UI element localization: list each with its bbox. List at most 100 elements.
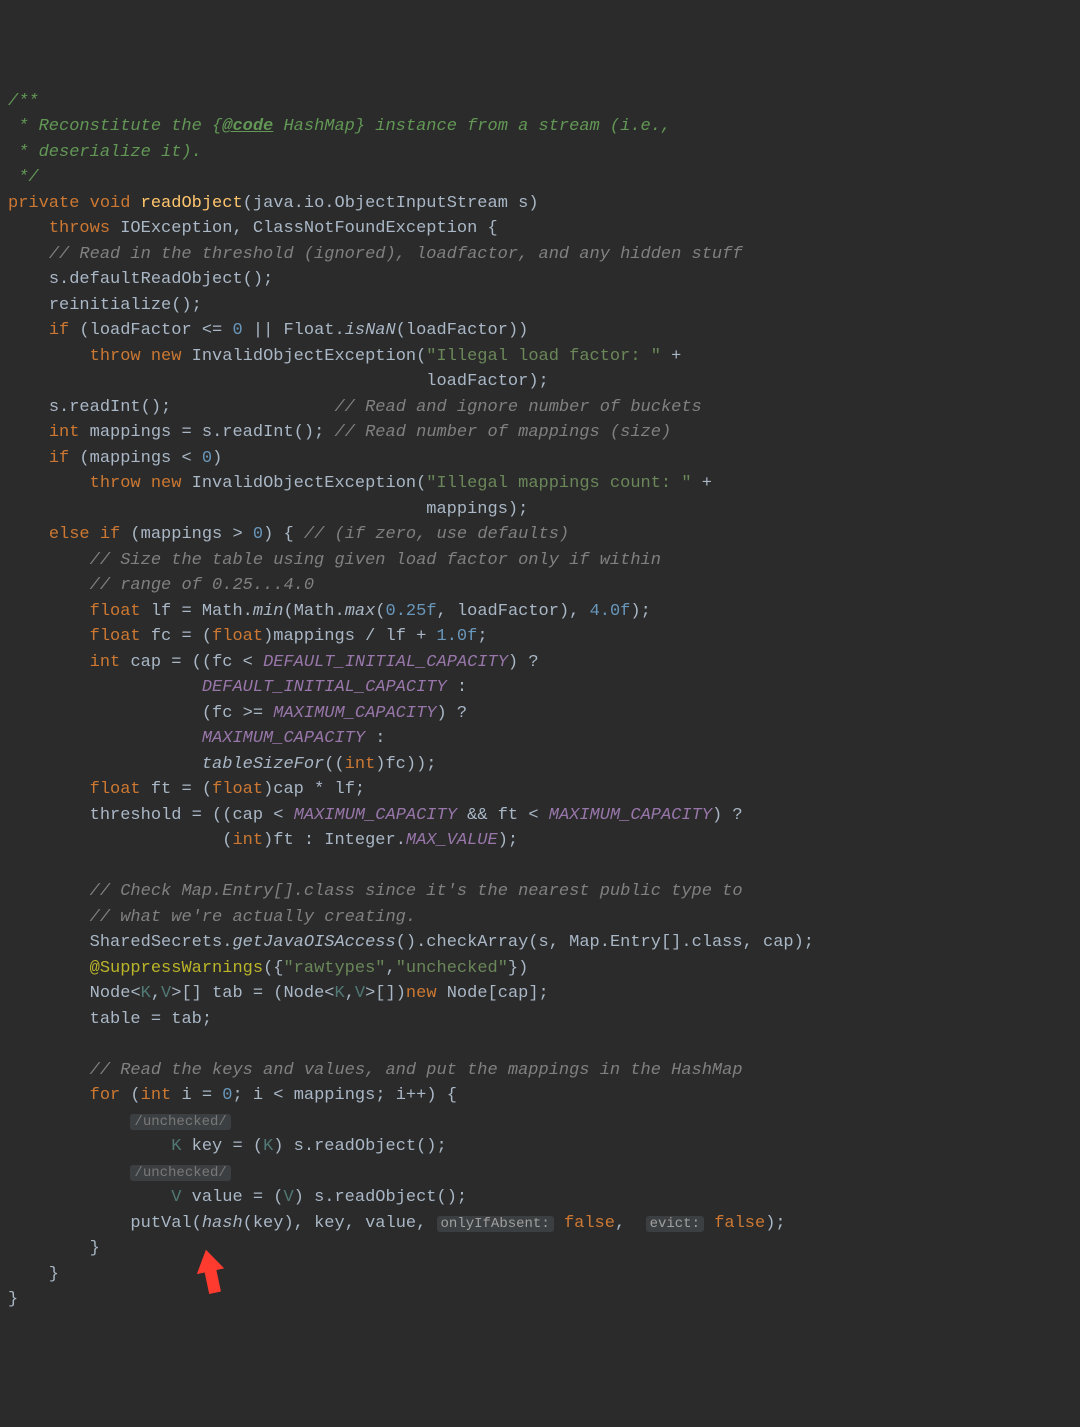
javadoc-line: */ bbox=[8, 168, 39, 187]
javadoc-line: * deserialize it). bbox=[8, 143, 202, 162]
keyword: new bbox=[151, 474, 182, 493]
number: 4.0f bbox=[590, 602, 631, 621]
var: mappings bbox=[273, 627, 355, 646]
number: 0 bbox=[253, 525, 263, 544]
keyword: int bbox=[49, 423, 80, 442]
javadoc-line: HashMap} instance from a stream (i.e., bbox=[273, 117, 671, 136]
keyword: false bbox=[564, 1214, 615, 1233]
string: "Illegal load factor: " bbox=[426, 347, 661, 366]
constant: MAXIMUM_CAPACITY bbox=[294, 806, 457, 825]
call: checkArray bbox=[426, 933, 528, 952]
type: ClassNotFoundException bbox=[253, 219, 477, 238]
number: 0.25f bbox=[386, 602, 437, 621]
var: lf bbox=[151, 602, 171, 621]
keyword: else bbox=[49, 525, 90, 544]
number: 1.0f bbox=[437, 627, 478, 646]
var: key bbox=[314, 1214, 345, 1233]
keyword: if bbox=[100, 525, 120, 544]
keyword: private bbox=[8, 194, 79, 213]
var: value bbox=[365, 1214, 416, 1233]
var: table bbox=[90, 1010, 141, 1029]
comment: // Read the keys and values, and put the… bbox=[90, 1061, 743, 1080]
var: s bbox=[294, 1137, 304, 1156]
var: threshold bbox=[90, 806, 182, 825]
keyword: int bbox=[90, 653, 121, 672]
javadoc-line: /** bbox=[8, 92, 39, 111]
call: readInt bbox=[222, 423, 293, 442]
string: "rawtypes" bbox=[283, 959, 385, 978]
var: s bbox=[202, 423, 212, 442]
comment: // Check Map.Entry[].class since it's th… bbox=[90, 882, 743, 901]
keyword: float bbox=[90, 602, 141, 621]
generic: V bbox=[283, 1188, 293, 1207]
keyword: int bbox=[141, 1086, 172, 1105]
keyword: false bbox=[714, 1214, 765, 1233]
string: "unchecked" bbox=[396, 959, 508, 978]
keyword: new bbox=[151, 347, 182, 366]
var: loadFactor bbox=[457, 602, 559, 621]
comment: // (if zero, use defaults) bbox=[304, 525, 569, 544]
keyword: float bbox=[90, 627, 141, 646]
type: Math bbox=[202, 602, 243, 621]
type: Node bbox=[90, 984, 131, 1003]
static-call: tableSizeFor bbox=[202, 755, 324, 774]
var: fc bbox=[212, 704, 232, 723]
constant: MAX_VALUE bbox=[406, 831, 498, 850]
static-call: max bbox=[345, 602, 376, 621]
generic: V bbox=[171, 1188, 181, 1207]
constant: DEFAULT_INITIAL_CAPACITY bbox=[202, 678, 447, 697]
var: mappings bbox=[141, 525, 223, 544]
generic: V bbox=[161, 984, 171, 1003]
var: i bbox=[181, 1086, 191, 1105]
var: mappings bbox=[90, 423, 172, 442]
comment: // what we're actually creating. bbox=[90, 908, 416, 927]
var: s bbox=[539, 933, 549, 952]
call: readInt bbox=[69, 398, 140, 417]
var: mappings bbox=[294, 1086, 376, 1105]
constant: MAXIMUM_CAPACITY bbox=[273, 704, 436, 723]
var: s bbox=[314, 1188, 324, 1207]
var: loadFactor bbox=[406, 321, 508, 340]
javadoc-tag: @code bbox=[222, 117, 273, 136]
var: i bbox=[396, 1086, 406, 1105]
var: key bbox=[253, 1214, 284, 1233]
inspection-hint: /unchecked/ bbox=[130, 1114, 230, 1130]
var: value bbox=[192, 1188, 243, 1207]
keyword: int bbox=[345, 755, 376, 774]
method-name: readObject bbox=[141, 194, 243, 213]
arrow-annotation-icon bbox=[186, 1243, 240, 1322]
var: key bbox=[192, 1137, 223, 1156]
comment: // Size the table using given load facto… bbox=[90, 551, 661, 570]
type: Map bbox=[569, 933, 600, 952]
type: IOException bbox=[120, 219, 232, 238]
keyword: if bbox=[49, 321, 69, 340]
type: InvalidObjectException bbox=[192, 347, 416, 366]
keyword: if bbox=[49, 449, 69, 468]
constant: MAXIMUM_CAPACITY bbox=[549, 806, 712, 825]
type: Node bbox=[447, 984, 488, 1003]
comment: // Read number of mappings (size) bbox=[335, 423, 672, 442]
number: 0 bbox=[222, 1086, 232, 1105]
static-call: hash bbox=[202, 1214, 243, 1233]
type: Entry bbox=[610, 933, 661, 952]
var: loadFactor bbox=[90, 321, 192, 340]
keyword: new bbox=[406, 984, 437, 1003]
constant: DEFAULT_INITIAL_CAPACITY bbox=[263, 653, 508, 672]
comment: // Read and ignore number of buckets bbox=[334, 398, 701, 417]
call: readObject bbox=[334, 1188, 436, 1207]
keyword: for bbox=[90, 1086, 121, 1105]
call: putVal bbox=[130, 1214, 191, 1233]
static-call: getJavaOISAccess bbox=[232, 933, 395, 952]
keyword: throws bbox=[49, 219, 110, 238]
comment: // Read in the threshold (ignored), load… bbox=[49, 245, 743, 264]
generic: K bbox=[335, 984, 345, 1003]
call: readObject bbox=[314, 1137, 416, 1156]
type: Math bbox=[294, 602, 335, 621]
var: cap bbox=[273, 780, 304, 799]
param-hint: evict: bbox=[646, 1216, 704, 1232]
type: Node bbox=[283, 984, 324, 1003]
var: cap bbox=[763, 933, 794, 952]
javadoc-line: * Reconstitute the { bbox=[8, 117, 222, 136]
var: mappings bbox=[90, 449, 172, 468]
code-editor[interactable]: /** * Reconstitute the {@code HashMap} i… bbox=[8, 89, 1072, 1313]
